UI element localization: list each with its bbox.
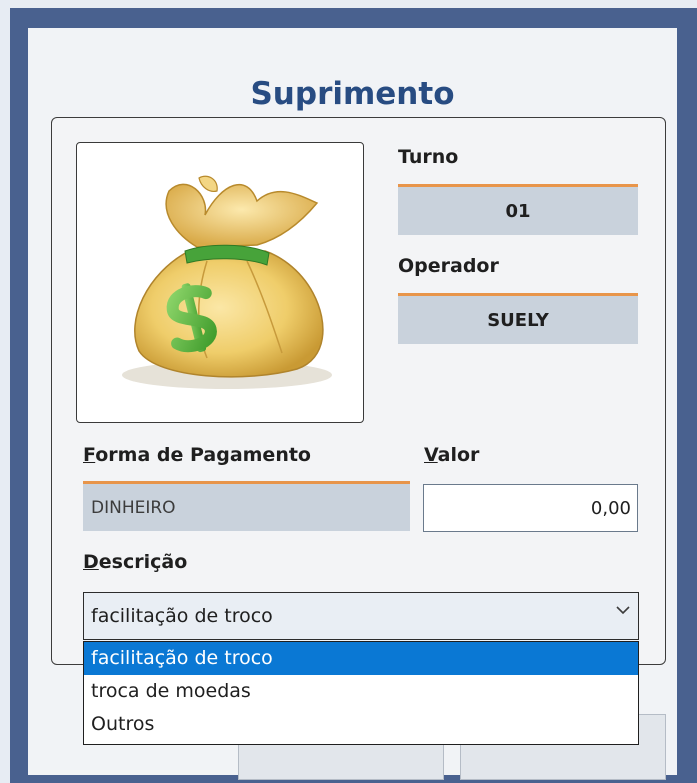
operador-field: SUELY [398, 293, 638, 344]
descricao-selected-value: facilitação de troco [91, 605, 273, 627]
operador-label: Operador [398, 255, 499, 277]
money-bag-icon [122, 175, 332, 389]
valor-input[interactable]: 0,00 [423, 484, 638, 532]
suprimento-dialog: Suprimento Turno 01 Operador SUELY Forma… [28, 28, 677, 780]
forma-pagamento-label-text: orma de Pagamento [95, 444, 311, 466]
valor-label: Valor [424, 444, 479, 466]
descricao-select[interactable]: facilitação de troco [83, 592, 639, 640]
dropdown-option-facilitacao[interactable]: facilitação de troco [84, 642, 638, 675]
form-group: Turno 01 Operador SUELY Forma de Pagamen… [51, 117, 666, 665]
descricao-accesskey: D [83, 551, 99, 573]
dropdown-option-outros[interactable]: Outros [84, 708, 638, 741]
forma-pagamento-field: DINHEIRO [83, 481, 410, 531]
turno-label: Turno [398, 146, 459, 168]
image-panel [76, 142, 364, 423]
descricao-label-text: escrição [98, 551, 188, 573]
dialog-title: Suprimento [250, 76, 455, 112]
descricao-label: Descrição [83, 551, 187, 573]
valor-label-text: alor [437, 444, 480, 466]
forma-pagamento-label: Forma de Pagamento [83, 444, 311, 466]
descricao-dropdown-list: facilitação de troco troca de moedas Out… [83, 641, 639, 745]
forma-pagamento-accesskey: F [83, 444, 96, 466]
valor-accesskey: V [424, 444, 438, 466]
turno-field: 01 [398, 184, 638, 235]
chevron-down-icon[interactable] [616, 605, 630, 615]
dropdown-option-troca-moedas[interactable]: troca de moedas [84, 675, 638, 708]
